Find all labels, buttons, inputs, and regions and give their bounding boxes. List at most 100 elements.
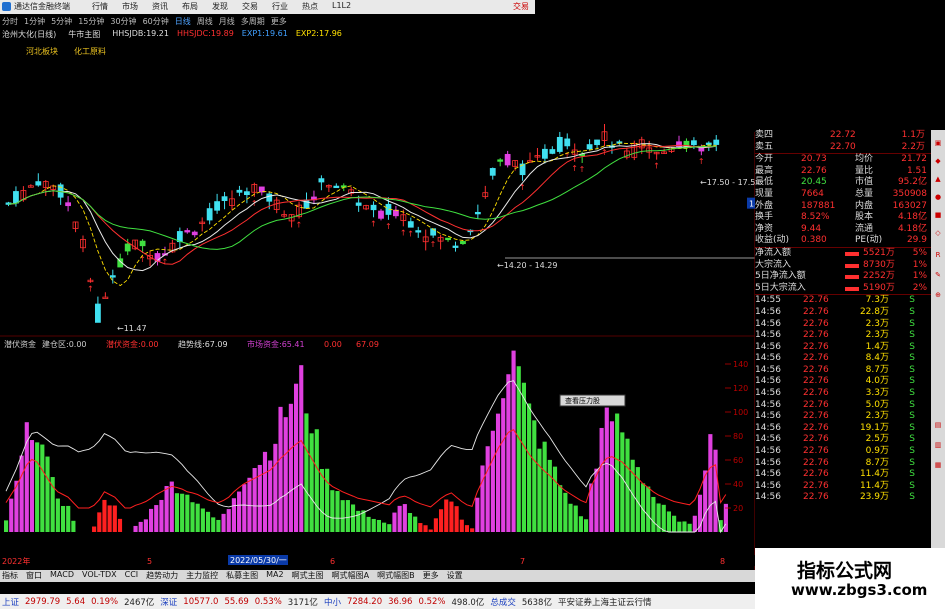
stat-row: 净资 9.44 流通 4.18亿 (755, 224, 931, 236)
menu-item-3[interactable]: 布局 (182, 1, 198, 12)
date-cursor: 2022/05/30/一 (230, 556, 287, 565)
toolbar-icon-9[interactable]: ⊕ (933, 290, 943, 300)
period-tab-7[interactable]: 周线 (197, 16, 213, 27)
tick-row: 14:56 22.76 5.0万 S (755, 400, 931, 412)
period-tab-10[interactable]: 更多 (271, 16, 287, 27)
flow-bar (845, 251, 859, 256)
sub-bar (418, 523, 423, 532)
month-mark: 5 (147, 557, 152, 566)
menu-item-5[interactable]: 交易 (242, 1, 258, 12)
tick-vol: 19.1万 (859, 422, 889, 433)
tick-time: 14:56 (755, 318, 781, 329)
indicator-tab-4[interactable]: CCI (125, 570, 139, 582)
toolbar-icon-7[interactable]: R (933, 250, 943, 260)
indicator-tab-3[interactable]: VOL-TDX (82, 570, 117, 582)
sub-bar (625, 438, 630, 532)
sub-bar (330, 490, 335, 532)
sub-bar (376, 519, 381, 532)
sub-bar (382, 522, 387, 532)
sub-bar (677, 521, 682, 532)
period-tab-8[interactable]: 月线 (219, 16, 235, 27)
indicator-tab-7[interactable]: 私募主图 (226, 570, 258, 582)
indicator-tab-1[interactable]: 窗口 (26, 570, 42, 582)
range-label-1: ←14.20 - 14.29 (497, 261, 557, 270)
tick-side: S (909, 376, 915, 387)
sub-bar (40, 444, 45, 532)
sub-bar (45, 456, 50, 532)
sub-bar (568, 503, 573, 532)
sub-bar (231, 498, 236, 532)
menu-item-2[interactable]: 资讯 (152, 1, 168, 12)
menu-item-0[interactable]: 行情 (92, 1, 108, 12)
sub-field-4: 0.00 (324, 340, 342, 349)
candle-body (139, 240, 146, 247)
sub-bar (495, 413, 501, 532)
toolbar-icon-2[interactable]: ◆ (933, 156, 943, 166)
menu-item-6[interactable]: 行业 (272, 1, 288, 12)
sub-bar (444, 499, 449, 532)
sub-bar (55, 498, 60, 532)
indicator-tab-5[interactable]: 趋势动力 (146, 570, 178, 582)
toolbar-icon-4[interactable]: ● (933, 192, 943, 202)
period-tab-0[interactable]: 分时 (2, 16, 18, 27)
chart-template[interactable]: 牛市主图 (68, 29, 100, 41)
indicator-tab-10[interactable]: 啊式幅图A (332, 570, 369, 582)
period-tab-4[interactable]: 30分钟 (110, 16, 136, 27)
sub-bar (433, 518, 438, 532)
candle-body (184, 230, 191, 233)
candle-body (407, 221, 414, 228)
menu-item-1[interactable]: 市场 (122, 1, 138, 12)
period-tab-9[interactable]: 多周期 (241, 16, 265, 27)
toolbar-icon-8[interactable]: ✎ (933, 270, 943, 280)
menu-item-8[interactable]: L1L2 (332, 1, 351, 12)
sub-axis-tick: 40 (733, 480, 743, 489)
menu-item-4[interactable]: 发现 (212, 1, 228, 12)
period-tab-6[interactable]: 日线 (175, 16, 191, 27)
flow-row: 5日大宗流入 5190万 2% (755, 283, 931, 295)
period-tab-3[interactable]: 15分钟 (78, 16, 104, 27)
sub-bar (102, 499, 107, 532)
indicator-tab-0[interactable]: 指标 (2, 570, 18, 582)
menu-item-7[interactable]: 热点 (302, 1, 318, 12)
toolbar-icon-12[interactable]: ▦ (933, 460, 943, 470)
sub-bar (60, 505, 66, 532)
sub-bar (439, 509, 444, 532)
indicator-tab-13[interactable]: 设置 (447, 570, 463, 582)
buy-arrow-icon: ↑ (139, 255, 146, 264)
tick-side: S (909, 388, 915, 399)
candle-body (542, 148, 548, 159)
period-tab-5[interactable]: 60分钟 (143, 16, 169, 27)
indicator-tab-9[interactable]: 啊式主图 (292, 570, 324, 582)
buy-arrow-icon: ↑ (370, 219, 377, 228)
sub-bar (288, 403, 293, 532)
watermark-title: 指标公式网 (797, 560, 893, 582)
sub-bar (599, 427, 604, 532)
indicator-tab-12[interactable]: 更多 (423, 570, 439, 582)
sub-bar (273, 443, 278, 532)
tick-side: S (909, 457, 915, 468)
period-tab-2[interactable]: 5分钟 (51, 16, 72, 27)
tick-row: 14:56 22.76 2.3万 S (755, 411, 931, 423)
tick-time: 14:56 (755, 353, 781, 364)
indicator-tab-8[interactable]: MA2 (266, 570, 283, 582)
trade-menu-button[interactable]: 交易 (513, 1, 529, 12)
sub-bar (247, 477, 252, 532)
indicator-tab-2[interactable]: MACD (50, 570, 74, 582)
toolbar-icon-6[interactable]: ◇ (933, 228, 943, 238)
period-tab-1[interactable]: 1分钟 (24, 16, 45, 27)
sub-bar (708, 434, 713, 532)
toolbar-icon-1[interactable]: ▣ (933, 138, 943, 148)
sub-bar (216, 519, 221, 532)
toolbar-icon-5[interactable]: ■ (933, 210, 943, 220)
sub-axis-tick: 80 (733, 432, 743, 441)
toolbar-icon-10[interactable]: ▤ (933, 420, 943, 430)
kline-chart-area[interactable]: ↑↑ ↑↑↑ ↑ ↑↑ ↑↑↑↑↑ ↑↑↑ ↑←11.47 ←14.20 - 14.29 ←17… (0, 42, 755, 570)
sub-bar (174, 493, 180, 532)
toolbar-icon-3[interactable]: ▲ (933, 174, 943, 184)
indicator-tab-11[interactable]: 啊式幅图B (377, 570, 415, 582)
toolbar-icon-11[interactable]: ▥ (933, 440, 943, 450)
status-item-15: 总成交 (490, 597, 516, 608)
sub-bar (50, 477, 55, 532)
indicator-tab-6[interactable]: 主力监控 (186, 570, 218, 582)
sub-axis-tick: 140 (733, 360, 748, 369)
